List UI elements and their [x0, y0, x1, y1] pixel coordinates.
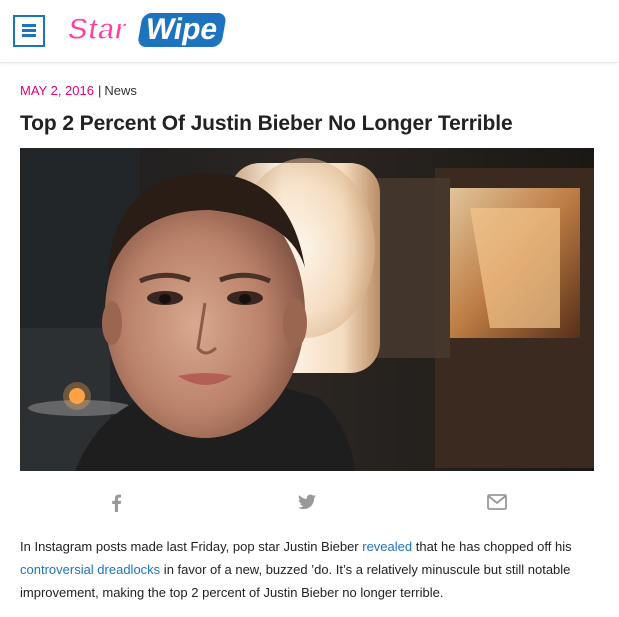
article-hero-image [20, 148, 594, 471]
logo-wipe-text: Wipe [143, 13, 220, 46]
menu-bar [22, 24, 36, 27]
category-link[interactable]: News [104, 83, 137, 98]
logo-star-text: Star [65, 13, 129, 46]
menu-bar [22, 29, 36, 32]
share-bar [20, 488, 594, 518]
dreadlocks-link[interactable]: controversial dreadlocks [20, 562, 160, 577]
site-header: Star Wipe [0, 0, 619, 63]
email-icon[interactable] [487, 494, 507, 510]
facebook-icon[interactable] [110, 494, 122, 512]
article-title: Top 2 Percent Of Justin Bieber No Longer… [20, 112, 513, 135]
body-text-1: In Instagram posts made last Friday, pop… [20, 539, 363, 554]
twitter-icon[interactable] [298, 494, 316, 510]
body-text-2: that he has chopped off his [412, 539, 572, 554]
revealed-link[interactable]: revealed [362, 539, 412, 554]
article-meta: MAY 2, 2016 | News [20, 83, 137, 98]
article-date: MAY 2, 2016 [20, 83, 94, 98]
site-logo[interactable]: Star Wipe [62, 7, 232, 51]
article-body: In Instagram posts made last Friday, pop… [20, 535, 600, 604]
selfie-photo [20, 148, 594, 471]
menu-bar [22, 34, 36, 37]
meta-separator: | [97, 83, 102, 98]
hamburger-menu-button[interactable] [13, 15, 45, 47]
